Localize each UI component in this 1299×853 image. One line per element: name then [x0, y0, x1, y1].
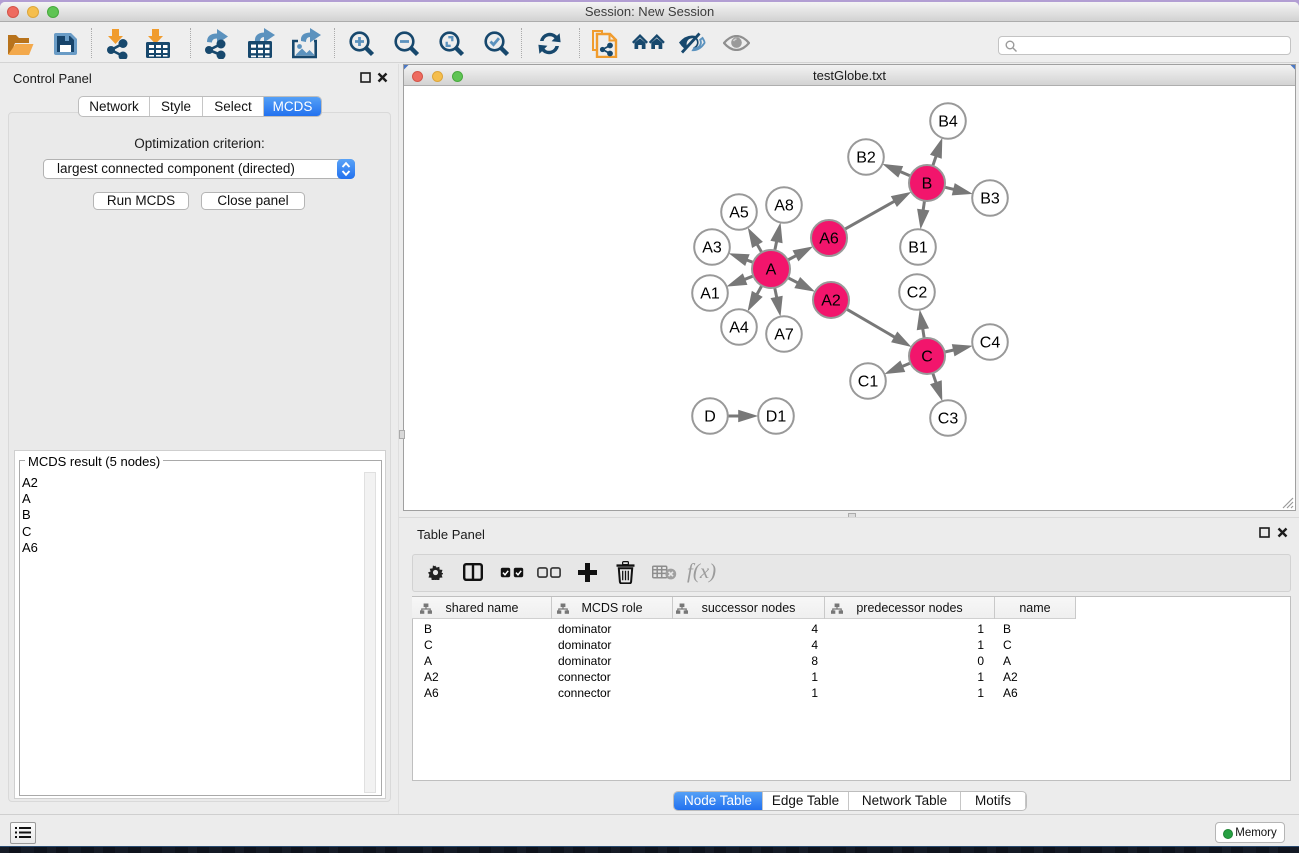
svg-text:C: C: [921, 349, 933, 366]
svg-text:A: A: [766, 262, 777, 279]
svg-text:A5: A5: [729, 205, 749, 222]
svg-text:B4: B4: [938, 114, 958, 131]
svg-text:A8: A8: [774, 198, 794, 215]
svg-text:C2: C2: [907, 285, 928, 302]
svg-text:D: D: [704, 409, 716, 426]
svg-text:C3: C3: [938, 411, 959, 428]
svg-text:B2: B2: [856, 150, 876, 167]
svg-text:C1: C1: [858, 374, 879, 391]
svg-text:A6: A6: [819, 231, 839, 248]
svg-text:A4: A4: [729, 320, 749, 337]
svg-text:B3: B3: [980, 191, 1000, 208]
svg-text:A2: A2: [821, 293, 841, 310]
svg-text:B: B: [922, 176, 933, 193]
svg-text:D1: D1: [766, 409, 787, 426]
svg-text:A7: A7: [774, 327, 794, 344]
svg-text:A3: A3: [702, 240, 722, 257]
svg-text:A1: A1: [700, 286, 720, 303]
svg-text:B1: B1: [908, 240, 928, 257]
svg-text:C4: C4: [980, 335, 1001, 352]
